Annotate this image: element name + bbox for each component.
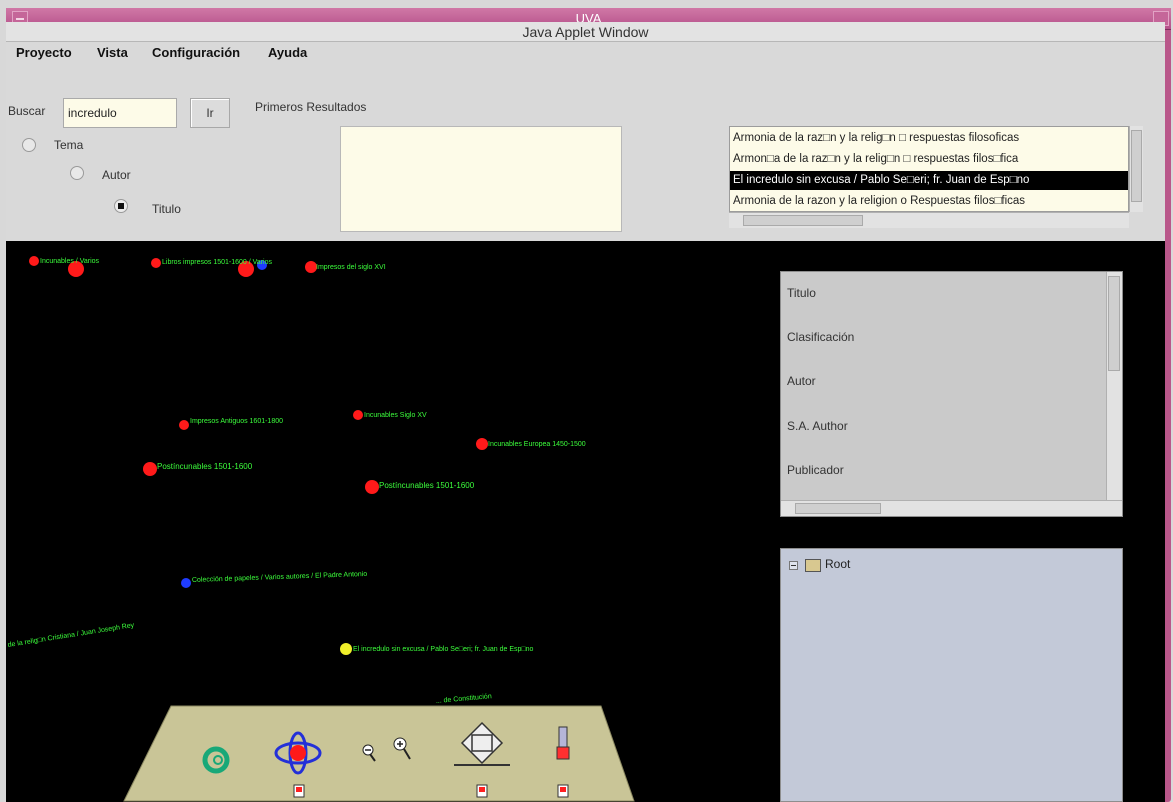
list-item-selected[interactable]: El incredulo sin excusa / Pablo Se□eri; … (730, 171, 1128, 190)
menu-configuracion[interactable]: Configuración (152, 45, 240, 60)
node-label: Incunables Siglo XV (364, 412, 427, 419)
radio-autor-label: Autor (102, 168, 131, 182)
radio-titulo[interactable] (114, 199, 128, 213)
radio-titulo-label: Titulo (152, 202, 181, 216)
scene-node[interactable] (29, 256, 39, 266)
scene-node[interactable] (365, 480, 379, 494)
search-button[interactable]: Ir (190, 98, 230, 128)
property-sa-author: S.A. Author (787, 419, 848, 433)
collapse-icon[interactable] (789, 561, 798, 570)
node-label: ... de Constitución (436, 693, 493, 705)
scene-node[interactable] (151, 258, 161, 268)
node-label: Colección de papeles / Varios autores / … (192, 571, 368, 584)
scene-3d[interactable]: Incunables / Varios Libros impresos 1501… (6, 241, 1165, 802)
node-label: Impresos Antiguos 1601-1800 (190, 418, 283, 425)
results-list-vscroll[interactable] (1129, 126, 1143, 212)
tree-panel[interactable]: Root (780, 548, 1123, 802)
list-item[interactable]: Armonia de la razon y la religion o Resp… (730, 192, 1128, 211)
scene-node[interactable] (476, 438, 488, 450)
applet-client: Proyecto Vista Configuración Ayuda Busca… (6, 42, 1165, 802)
properties-hscroll[interactable] (781, 500, 1122, 516)
property-autor: Autor (787, 374, 816, 388)
scroll-thumb[interactable] (1108, 276, 1120, 371)
node-label: Impresos del siglo XVI (316, 264, 386, 271)
node-label: Incunables Europea 1450-1500 (488, 441, 586, 448)
scroll-thumb[interactable] (743, 215, 863, 226)
node-label: de la relig□n Cristiana / Juan Joseph Re… (7, 622, 135, 649)
applet-warning-strip: Java Applet Window (6, 22, 1165, 42)
search-label: Buscar (8, 104, 46, 118)
radio-tema[interactable] (22, 138, 36, 152)
list-item[interactable]: Armonia de la raz□n y la relig□n □ respu… (730, 129, 1128, 148)
node-label: Postíncunables 1501-1600 (379, 481, 475, 490)
scene-node[interactable] (353, 410, 363, 420)
radio-tema-label: Tema (54, 138, 84, 152)
properties-panel[interactable]: Titulo Clasificación Autor S.A. Author P… (780, 271, 1123, 517)
node-label: Incunables / Varios (40, 258, 100, 265)
node-label: Libros impresos 1501-1600 / Varios (162, 259, 272, 266)
list-item[interactable]: Armon□a de la raz□n y la relig□n □ respu… (730, 150, 1128, 169)
height-icon[interactable] (556, 726, 570, 760)
results-list[interactable]: Armonia de la raz□n y la relig□n □ respu… (729, 126, 1129, 212)
scene-node[interactable] (143, 462, 157, 476)
scene-node-selected[interactable] (340, 643, 352, 655)
menu-vista[interactable]: Vista (97, 45, 128, 60)
radio-autor[interactable] (70, 166, 84, 180)
menu-proyecto[interactable]: Proyecto (16, 45, 72, 60)
property-titulo: Titulo (787, 286, 816, 300)
scene-node[interactable] (181, 578, 191, 588)
menu-ayuda[interactable]: Ayuda (268, 45, 307, 60)
properties-vscroll[interactable] (1106, 272, 1122, 500)
scene-node[interactable] (179, 420, 189, 430)
tree-root-label[interactable]: Root (825, 557, 850, 571)
results-box[interactable] (340, 126, 622, 232)
property-clasificacion: Clasificación (787, 330, 855, 344)
property-publicador: Publicador (787, 463, 844, 477)
node-label: Postíncunables 1501-1600 (157, 462, 253, 471)
menu-bar: Proyecto Vista Configuración Ayuda (6, 42, 1165, 64)
results-label: Primeros Resultados (255, 100, 367, 114)
results-list-hscroll[interactable] (729, 212, 1129, 228)
folder-icon (805, 559, 821, 572)
node-label: El incredulo sin excusa / Pablo Se□eri; … (353, 646, 534, 653)
scroll-thumb[interactable] (1131, 130, 1142, 202)
search-input[interactable]: incredulo (63, 98, 177, 128)
scroll-thumb[interactable] (795, 503, 881, 514)
